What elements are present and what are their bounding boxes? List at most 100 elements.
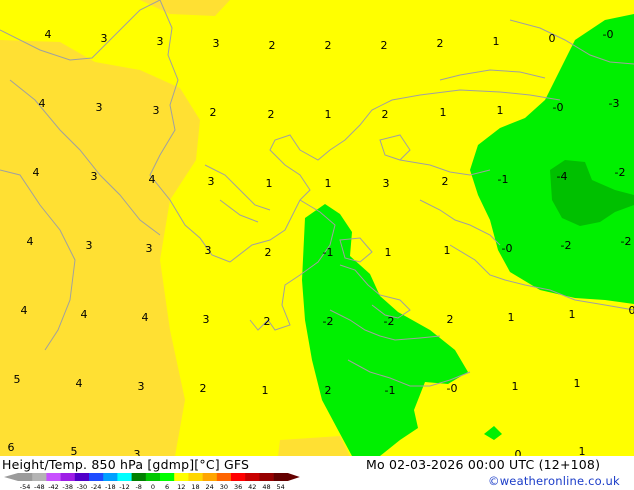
isoline-value-label: -4: [557, 170, 568, 183]
isoline-value-label: 2: [442, 175, 449, 188]
colorbar-swatch: [131, 473, 147, 481]
colorbar-swatch: [89, 473, 104, 481]
colorbar-tick-label: -8: [135, 483, 141, 490]
isoline-value-label: 4: [45, 28, 52, 41]
isoline-value-label: 2: [381, 39, 388, 52]
run-info: Mo 02-03-2026 00:00 UTC (12+108): [366, 457, 601, 472]
colorbar: -54 -48 -42 -38 -30 -24 -18 -12 -8 0 6 12 18 24 30 36 42…: [4, 473, 300, 490]
isoline-value-label: 3: [157, 35, 164, 48]
colorbar-swatch: [145, 473, 161, 481]
isoline-value-label: 1: [385, 246, 392, 259]
isoline-value-label: 6: [8, 441, 15, 454]
isoline-value-label: 2: [325, 384, 332, 397]
colorbar-left-arrow: [4, 473, 18, 481]
isoline-value-label: 0: [515, 448, 522, 456]
colorbar-labels: -54 -48 -42 -38 -30 -24 -18 -12 -8 0 6 12 18 24 30 36 42…: [20, 483, 285, 490]
isoline-value-label: 1: [512, 380, 519, 393]
colorbar-swatch: [273, 473, 289, 481]
colorbar-right-arrow: [287, 473, 300, 481]
isoline-value-label: 2: [437, 37, 444, 50]
isoline-value-label: 3: [101, 32, 108, 45]
colorbar-swatch: [103, 473, 118, 481]
isoline-value-label: 4: [76, 377, 83, 390]
isoline-value-label: 5: [71, 445, 78, 456]
isoline-value-label: 2: [325, 39, 332, 52]
colorbar-tick-label: 18: [191, 483, 199, 490]
colorbar-tick-label: 36: [234, 483, 242, 490]
isoline-value-label: -2: [561, 239, 572, 252]
isoline-value-label: 3: [86, 239, 93, 252]
colorbar-swatch: [188, 473, 203, 481]
colorbar-tick-label: -42: [48, 483, 59, 490]
isoline-value-label: 2: [264, 315, 271, 328]
map-title: Height/Temp. 850 hPa [gdmp][°C] GFS: [2, 457, 250, 472]
isoline-value-label: -2: [384, 315, 395, 328]
isoline-value-label: 2: [382, 108, 389, 121]
isoline-value-label: 1: [325, 177, 332, 190]
isoline-value-label: 4: [21, 304, 28, 317]
isoline-value-label: 1: [569, 308, 576, 321]
isoline-value-label: -0: [553, 101, 564, 114]
isoline-value-label: -1: [323, 246, 334, 259]
colorbar-tick-label: -18: [105, 483, 116, 490]
isoline-value-label: 1: [493, 35, 500, 48]
isoline-value-label: -1: [498, 173, 509, 186]
isoline-value-label: 2: [269, 39, 276, 52]
colorbar-tick-label: 30: [220, 483, 228, 490]
isoline-value-label: 3: [134, 448, 141, 456]
colorbar-swatch: [32, 473, 47, 481]
isoline-value-label: 2: [200, 382, 207, 395]
map-stage: 4 3 3 3 2 2 2 2 1 0 -0 4 3 3 2 2 1 2 1 1 -0 -3 4 3 4 3 1 1 3 2 -1 -4 -2 4…: [0, 0, 634, 490]
isoline-value-label: 1: [574, 377, 581, 390]
isoline-value-label: 3: [208, 175, 215, 188]
isoline-value-label: -2: [621, 235, 632, 248]
isoline-value-label: 1: [440, 106, 447, 119]
isoline-value-label: 0: [629, 304, 634, 317]
isoline-value-label: 3: [146, 242, 153, 255]
colorbar-swatch: [259, 473, 274, 481]
isoline-value-label: 1: [325, 108, 332, 121]
colorbar-swatch: [60, 473, 76, 481]
credit-link[interactable]: ©weatheronline.co.uk: [488, 474, 620, 488]
isoline-value-label: 1: [497, 104, 504, 117]
isoline-value-label: 4: [142, 311, 149, 324]
isoline-value-label: 4: [33, 166, 40, 179]
colorbar-tick-label: 48: [262, 483, 270, 490]
isoline-value-label: 1: [579, 445, 586, 456]
isoline-value-label: 4: [81, 308, 88, 321]
colorbar-tick-label: 24: [206, 483, 214, 490]
isoline-value-label: 3: [203, 313, 210, 326]
isoline-value-label: -0: [502, 242, 513, 255]
colorbar-tick-label: 6: [165, 483, 169, 490]
isoline-value-label: 3: [213, 37, 220, 50]
isoline-value-label: 2: [265, 246, 272, 259]
colorbar-swatch: [117, 473, 132, 481]
isoline-value-label: 3: [138, 380, 145, 393]
colorbar-tick-label: 54: [277, 483, 285, 490]
isoline-value-label: 2: [268, 108, 275, 121]
colorbar-tick-label: -48: [34, 483, 45, 490]
isoline-value-label: 5: [14, 373, 21, 386]
isoline-value-label: -0: [447, 382, 458, 395]
isoline-value-label: 1: [444, 244, 451, 257]
colorbar-tick-label: -38: [62, 483, 73, 490]
colorbar-tick-label: -24: [91, 483, 102, 490]
isoline-value-label: 4: [149, 173, 156, 186]
isoline-value-label: 2: [210, 106, 217, 119]
isoline-value-label: 1: [266, 177, 273, 190]
isoline-value-label: 3: [153, 104, 160, 117]
isoline-value-label: 1: [262, 384, 269, 397]
isoline-value-label: 1: [508, 311, 515, 324]
colorbar-swatch: [160, 473, 175, 481]
isoline-value-label: 3: [205, 244, 212, 257]
isoline-value-label: -2: [323, 315, 334, 328]
colorbar-tick-label: 0: [151, 483, 155, 490]
colorbar-swatch: [245, 473, 260, 481]
colorbar-swatch: [202, 473, 218, 481]
colorbar-tick-label: -30: [77, 483, 88, 490]
colorbar-swatch: [46, 473, 61, 481]
colorbar-swatch: [74, 473, 90, 481]
colorbar-swatch: [18, 473, 33, 481]
colorbar-tick-label: 42: [248, 483, 256, 490]
isoline-value-label: 3: [383, 177, 390, 190]
